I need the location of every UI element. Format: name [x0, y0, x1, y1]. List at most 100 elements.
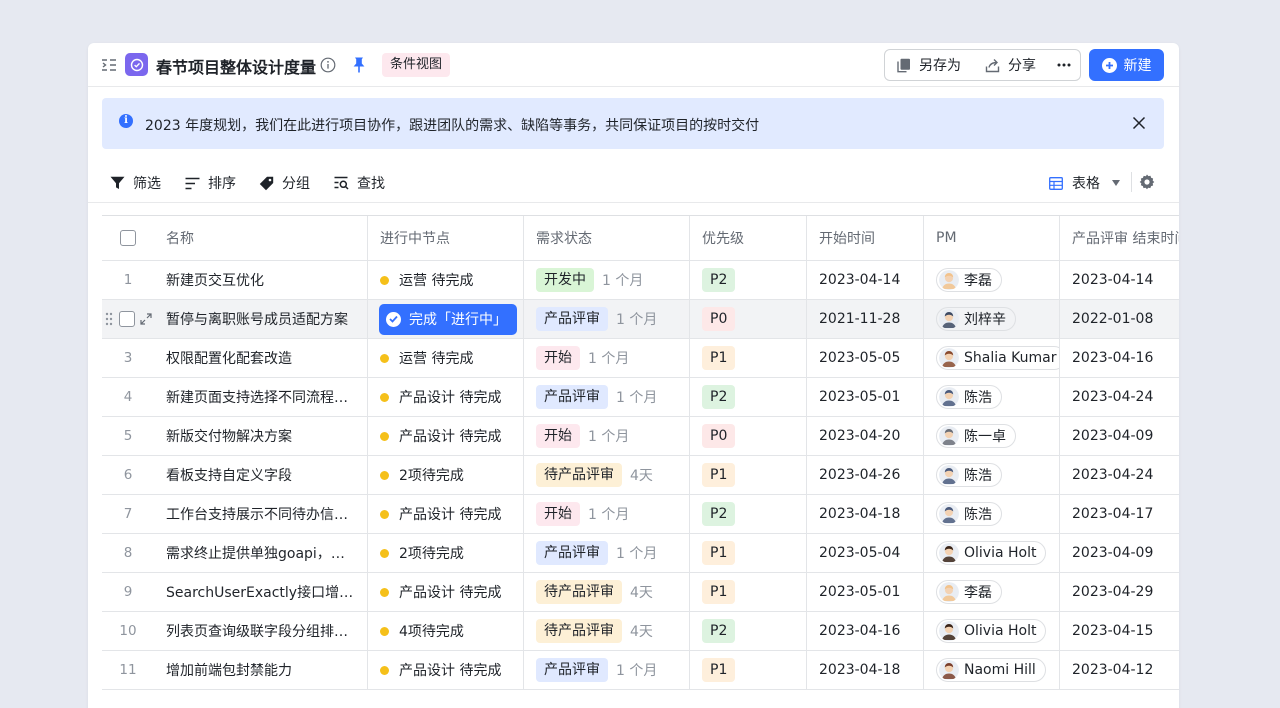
- select-all-checkbox[interactable]: [120, 230, 136, 246]
- pm-chip[interactable]: Olivia Holt: [936, 619, 1047, 643]
- pm-chip[interactable]: 刘梓辛: [936, 307, 1016, 331]
- status-cell[interactable]: 待产品评审 4天: [524, 573, 690, 611]
- priority-cell[interactable]: P0: [690, 300, 807, 338]
- new-button[interactable]: 新建: [1089, 49, 1164, 81]
- name-cell[interactable]: 需求终止提供单独goapi，前…: [154, 534, 368, 572]
- start-date-cell[interactable]: 2023-05-05: [807, 339, 924, 377]
- node-cell[interactable]: 完成「进行中」: [368, 300, 524, 338]
- node-cell[interactable]: 产品设计 待完成: [368, 417, 524, 455]
- table-row[interactable]: 11 增加前端包封禁能力 产品设计 待完成 产品评审 1 个月 P1 2023-04-18 N…: [102, 651, 1179, 690]
- pm-chip[interactable]: 陈浩: [936, 502, 1002, 526]
- end-date-cell[interactable]: 2023-04-12: [1060, 651, 1179, 689]
- pm-cell[interactable]: 陈一卓: [924, 417, 1060, 455]
- start-date-cell[interactable]: 2023-04-20: [807, 417, 924, 455]
- start-date-cell[interactable]: 2023-04-16: [807, 612, 924, 650]
- start-date-cell[interactable]: 2023-04-14: [807, 261, 924, 299]
- table-row[interactable]: 6 看板支持自定义字段 2项待完成 待产品评审 4天 P1 2023-04-26 陈浩 2023…: [102, 456, 1179, 495]
- column-header-status[interactable]: 需求状态: [524, 216, 690, 260]
- end-date-cell[interactable]: 2023-04-29: [1060, 573, 1179, 611]
- name-cell[interactable]: 权限配置化配套改造: [154, 339, 368, 377]
- pm-cell[interactable]: 刘梓辛: [924, 300, 1060, 338]
- column-header-priority[interactable]: 优先级: [690, 216, 807, 260]
- table-row[interactable]: 9 SearchUserExactly接口增加… 产品设计 待完成 待产品评审 4天 P1…: [102, 573, 1179, 612]
- start-date-cell[interactable]: 2023-04-26: [807, 456, 924, 494]
- end-date-cell[interactable]: 2023-04-14: [1060, 261, 1179, 299]
- share-button[interactable]: 分享: [973, 50, 1048, 80]
- end-date-cell[interactable]: 2023-04-24: [1060, 456, 1179, 494]
- drag-handle-icon[interactable]: [105, 312, 113, 326]
- node-cell[interactable]: 产品设计 待完成: [368, 495, 524, 533]
- pm-cell[interactable]: Naomi Hill: [924, 651, 1060, 689]
- pin-icon[interactable]: [351, 56, 367, 74]
- end-date-cell[interactable]: 2022-01-08: [1060, 300, 1179, 338]
- table-row[interactable]: 1 新建页交互优化 运营 待完成 开发中 1 个月 P2 2023-04-14 李磊 2023-…: [102, 261, 1179, 300]
- end-date-cell[interactable]: 2023-04-09: [1060, 534, 1179, 572]
- pm-chip[interactable]: 陈一卓: [936, 424, 1016, 448]
- status-cell[interactable]: 产品评审 1 个月: [524, 534, 690, 572]
- name-cell[interactable]: 暂停与离职账号成员适配方案: [154, 300, 368, 338]
- status-cell[interactable]: 开始 1 个月: [524, 417, 690, 455]
- column-header-node[interactable]: 进行中节点: [368, 216, 524, 260]
- pm-chip[interactable]: 李磊: [936, 268, 1002, 292]
- priority-cell[interactable]: P1: [690, 456, 807, 494]
- table-row[interactable]: 4 新建页面支持选择不同流程类型 产品设计 待完成 产品评审 1 个月 P2 2023-05…: [102, 378, 1179, 417]
- complete-node-button[interactable]: 完成「进行中」: [379, 303, 517, 335]
- status-cell[interactable]: 待产品评审 4天: [524, 612, 690, 650]
- status-cell[interactable]: 开始 1 个月: [524, 495, 690, 533]
- start-date-cell[interactable]: 2023-04-18: [807, 651, 924, 689]
- end-date-cell[interactable]: 2023-04-15: [1060, 612, 1179, 650]
- node-cell[interactable]: 产品设计 待完成: [368, 573, 524, 611]
- pm-cell[interactable]: 李磊: [924, 261, 1060, 299]
- name-cell[interactable]: 列表页查询级联字段分组排序…: [154, 612, 368, 650]
- status-cell[interactable]: 产品评审 1 个月: [524, 378, 690, 416]
- pm-chip[interactable]: Shalia Kumar: [936, 346, 1059, 370]
- pm-chip[interactable]: 陈浩: [936, 463, 1002, 487]
- priority-cell[interactable]: P0: [690, 417, 807, 455]
- expand-icon[interactable]: [140, 313, 152, 325]
- column-header-start[interactable]: 开始时间: [807, 216, 924, 260]
- status-cell[interactable]: 开始 1 个月: [524, 339, 690, 377]
- name-cell[interactable]: 工作台支持展示不同待办信息…: [154, 495, 368, 533]
- pm-cell[interactable]: 陈浩: [924, 378, 1060, 416]
- node-cell[interactable]: 2项待完成: [368, 456, 524, 494]
- pm-cell[interactable]: Olivia Holt: [924, 534, 1060, 572]
- pm-cell[interactable]: Olivia Holt: [924, 612, 1060, 650]
- end-date-cell[interactable]: 2023-04-17: [1060, 495, 1179, 533]
- table-row[interactable]: 暂停与离职账号成员适配方案 完成「进行中」 产品评审 1 个月 P0 2021-11-28…: [102, 300, 1179, 339]
- pm-chip[interactable]: Olivia Holt: [936, 541, 1047, 565]
- table-row[interactable]: 5 新版交付物解决方案 产品设计 待完成 开始 1 个月 P0 2023-04-20 陈一卓 2…: [102, 417, 1179, 456]
- name-cell[interactable]: 新版交付物解决方案: [154, 417, 368, 455]
- filter-button[interactable]: 筛选: [110, 173, 161, 193]
- column-header-end[interactable]: 产品评审 结束时间: [1060, 216, 1179, 260]
- priority-cell[interactable]: P2: [690, 378, 807, 416]
- priority-cell[interactable]: P2: [690, 261, 807, 299]
- sidebar-toggle-icon[interactable]: [101, 57, 117, 73]
- view-switcher[interactable]: 表格: [1049, 173, 1120, 193]
- gear-icon[interactable]: [1138, 173, 1156, 191]
- node-cell[interactable]: 产品设计 待完成: [368, 651, 524, 689]
- pm-chip[interactable]: 李磊: [936, 580, 1002, 604]
- node-cell[interactable]: 运营 待完成: [368, 261, 524, 299]
- name-cell[interactable]: 新建页面支持选择不同流程类型: [154, 378, 368, 416]
- name-cell[interactable]: SearchUserExactly接口增加…: [154, 573, 368, 611]
- pm-cell[interactable]: 李磊: [924, 573, 1060, 611]
- status-cell[interactable]: 开发中 1 个月: [524, 261, 690, 299]
- find-button[interactable]: 查找: [334, 173, 385, 193]
- table-row[interactable]: 8 需求终止提供单独goapi，前… 2项待完成 产品评审 1 个月 P1 2023-05-…: [102, 534, 1179, 573]
- table-row[interactable]: 3 权限配置化配套改造 运营 待完成 开始 1 个月 P1 2023-05-05 Shalia…: [102, 339, 1179, 378]
- node-cell[interactable]: 运营 待完成: [368, 339, 524, 377]
- save-as-button[interactable]: 另存为: [885, 50, 973, 80]
- node-cell[interactable]: 4项待完成: [368, 612, 524, 650]
- close-icon[interactable]: [1132, 116, 1146, 130]
- priority-cell[interactable]: P1: [690, 339, 807, 377]
- name-cell[interactable]: 看板支持自定义字段: [154, 456, 368, 494]
- row-checkbox[interactable]: [119, 311, 135, 327]
- status-cell[interactable]: 产品评审 1 个月: [524, 651, 690, 689]
- pm-chip[interactable]: Naomi Hill: [936, 658, 1046, 682]
- pm-cell[interactable]: 陈浩: [924, 456, 1060, 494]
- pm-cell[interactable]: 陈浩: [924, 495, 1060, 533]
- column-header-name[interactable]: 名称: [154, 216, 368, 260]
- status-cell[interactable]: 待产品评审 4天: [524, 456, 690, 494]
- pm-chip[interactable]: 陈浩: [936, 385, 1002, 409]
- priority-cell[interactable]: P1: [690, 573, 807, 611]
